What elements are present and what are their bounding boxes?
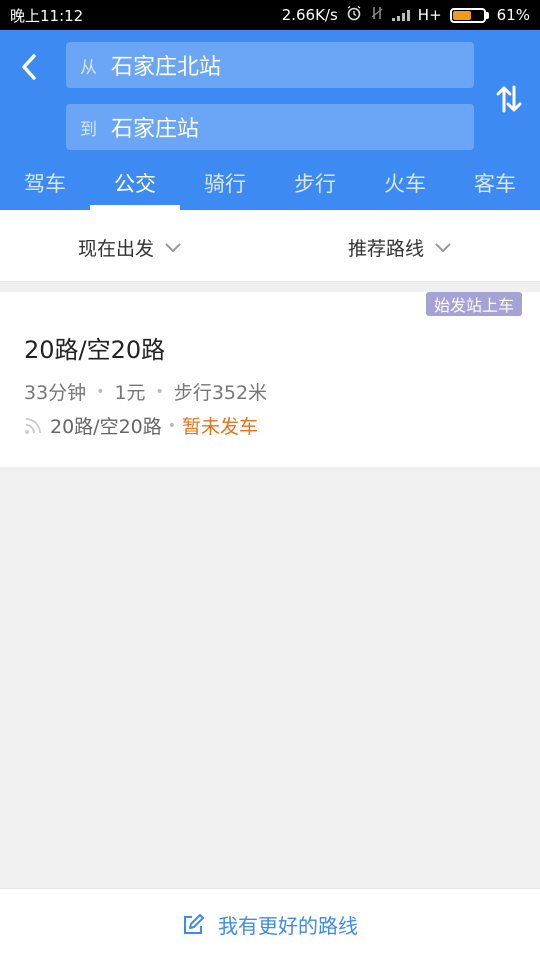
better-route-label: 我有更好的路线: [218, 914, 358, 938]
status-time: 晚上11:12: [10, 6, 84, 25]
chevron-down-icon: [165, 242, 181, 252]
route-title: 20路/空20路: [24, 336, 166, 364]
tab-driving[interactable]: 驾车: [0, 168, 90, 198]
route-price: 1元: [114, 382, 146, 404]
edit-icon: [184, 913, 204, 934]
route-walk-distance: 步行352米: [173, 382, 268, 404]
route-strategy-label: 推荐路线: [348, 238, 425, 260]
status-bar: 晚上11:12 2.66K/s H+ 61%: [0, 0, 540, 30]
separator-dot: •: [167, 417, 177, 434]
route-strategy-filter[interactable]: 推荐路线: [348, 234, 452, 261]
realtime-line: 20路/空20路: [50, 416, 162, 438]
destination-value: 石家庄站: [111, 117, 200, 142]
origin-value: 石家庄北站: [111, 55, 222, 80]
origin-field[interactable]: 从 石家庄北站: [66, 42, 474, 88]
tab-cycling[interactable]: 骑行: [180, 168, 270, 198]
signal-icon: [391, 9, 410, 21]
origin-station-badge: 始发站上车: [425, 292, 522, 316]
chevron-down-icon: [435, 242, 451, 252]
route-result-card[interactable]: 始发站上车 20路/空20路 33分钟 • 1元 • 步行352米 20路/空2…: [0, 292, 540, 467]
realtime-signal-icon: [24, 417, 42, 435]
alarm-icon: [346, 5, 362, 25]
swap-icon: [496, 85, 522, 113]
route-summary: 33分钟 • 1元 • 步行352米: [24, 378, 267, 405]
destination-field[interactable]: 到 石家庄站: [66, 104, 474, 150]
destination-prefix: 到: [80, 119, 97, 140]
route-header: 从 石家庄北站 到 石家庄站 驾车 公交 骑行 步行 火车 客车: [0, 30, 540, 210]
realtime-status: 暂未发车: [182, 416, 259, 438]
network-speed: 2.66K/s: [281, 6, 338, 24]
separator-dot: •: [96, 383, 105, 400]
departure-time-filter[interactable]: 现在出发: [78, 234, 182, 261]
tab-walking[interactable]: 步行: [270, 168, 360, 198]
transport-tabs: 驾车 公交 骑行 步行 火车 客车: [0, 160, 540, 210]
tab-train[interactable]: 火车: [360, 168, 450, 198]
tab-coach[interactable]: 客车: [450, 168, 540, 198]
battery-icon: [449, 7, 489, 23]
route-duration: 33分钟: [24, 382, 87, 404]
battery-percent: 61%: [496, 6, 530, 24]
back-button[interactable]: [14, 50, 44, 84]
realtime-info: 20路/空20路 • 暂未发车: [24, 412, 258, 439]
tab-bus[interactable]: 公交: [90, 168, 180, 198]
swap-button[interactable]: [494, 82, 524, 116]
no-sim-icon: [370, 5, 384, 25]
departure-time-label: 现在出发: [78, 238, 155, 260]
filter-bar: 现在出发 推荐路线: [0, 210, 540, 282]
chevron-left-icon: [22, 54, 36, 80]
network-type: H+: [417, 6, 442, 24]
origin-prefix: 从: [80, 57, 97, 78]
separator-dot: •: [155, 383, 164, 400]
status-indicators: 2.66K/s H+ 61%: [282, 5, 530, 25]
better-route-button[interactable]: 我有更好的路线: [0, 888, 540, 960]
